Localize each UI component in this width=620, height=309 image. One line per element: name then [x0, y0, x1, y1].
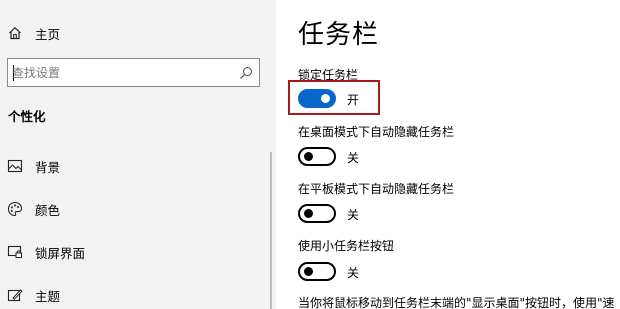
- auto-hide-desktop-state: 关: [347, 151, 360, 165]
- sidebar-item-label: 主页: [35, 26, 61, 42]
- toggle-knob: [321, 94, 330, 103]
- section-heading: 个性化: [8, 109, 46, 124]
- peek-description: 当你将鼠标移动到任务栏末端的"显示桌面"按钮时，使用"速: [298, 296, 615, 309]
- sidebar-item-lock-screen[interactable]: 锁屏界面: [0, 237, 276, 267]
- sidebar-item-label: 颜色: [35, 202, 61, 218]
- auto-hide-desktop-toggle[interactable]: [298, 147, 336, 166]
- sidebar: 主页 个性化 背景: [0, 0, 276, 309]
- small-buttons-state: 关: [347, 266, 360, 280]
- settings-window: 主页 个性化 背景: [0, 0, 620, 309]
- sidebar-scrollbar[interactable]: [270, 152, 272, 309]
- sidebar-item-home[interactable]: 主页: [0, 18, 276, 48]
- small-buttons-toggle[interactable]: [298, 262, 336, 281]
- toggle-knob: [304, 209, 313, 218]
- theme-icon: [7, 287, 23, 303]
- lock-taskbar-toggle[interactable]: [298, 89, 336, 108]
- sidebar-item-label: 背景: [35, 159, 61, 175]
- small-buttons-label: 使用小任务栏按钮: [298, 239, 395, 253]
- page-title: 任务栏: [298, 20, 380, 50]
- search-input[interactable]: [12, 63, 232, 82]
- toggle-knob: [304, 267, 313, 276]
- auto-hide-tablet-label: 在平板模式下自动隐藏任务栏: [298, 182, 455, 196]
- sidebar-item-label: 主题: [35, 288, 61, 304]
- sidebar-item-colors[interactable]: 颜色: [0, 194, 276, 224]
- lock-taskbar-state: 开: [347, 93, 360, 107]
- image-icon: [7, 158, 23, 174]
- sidebar-item-background[interactable]: 背景: [0, 151, 276, 181]
- sidebar-item-label: 锁屏界面: [35, 245, 86, 261]
- auto-hide-tablet-state: 关: [347, 208, 360, 222]
- auto-hide-tablet-toggle[interactable]: [298, 204, 336, 223]
- home-icon: [7, 25, 23, 41]
- sidebar-item-themes[interactable]: 主题: [0, 280, 276, 309]
- search-icon[interactable]: [239, 66, 253, 80]
- search-box[interactable]: [7, 58, 260, 87]
- palette-icon: [7, 201, 23, 217]
- lock-screen-icon: [7, 244, 23, 260]
- main-content: 任务栏 锁定任务栏 开 在桌面模式下自动隐藏任务栏 关 在平板模式下自动隐藏任务…: [276, 0, 620, 309]
- toggle-knob: [304, 152, 313, 161]
- auto-hide-desktop-label: 在桌面模式下自动隐藏任务栏: [298, 125, 455, 139]
